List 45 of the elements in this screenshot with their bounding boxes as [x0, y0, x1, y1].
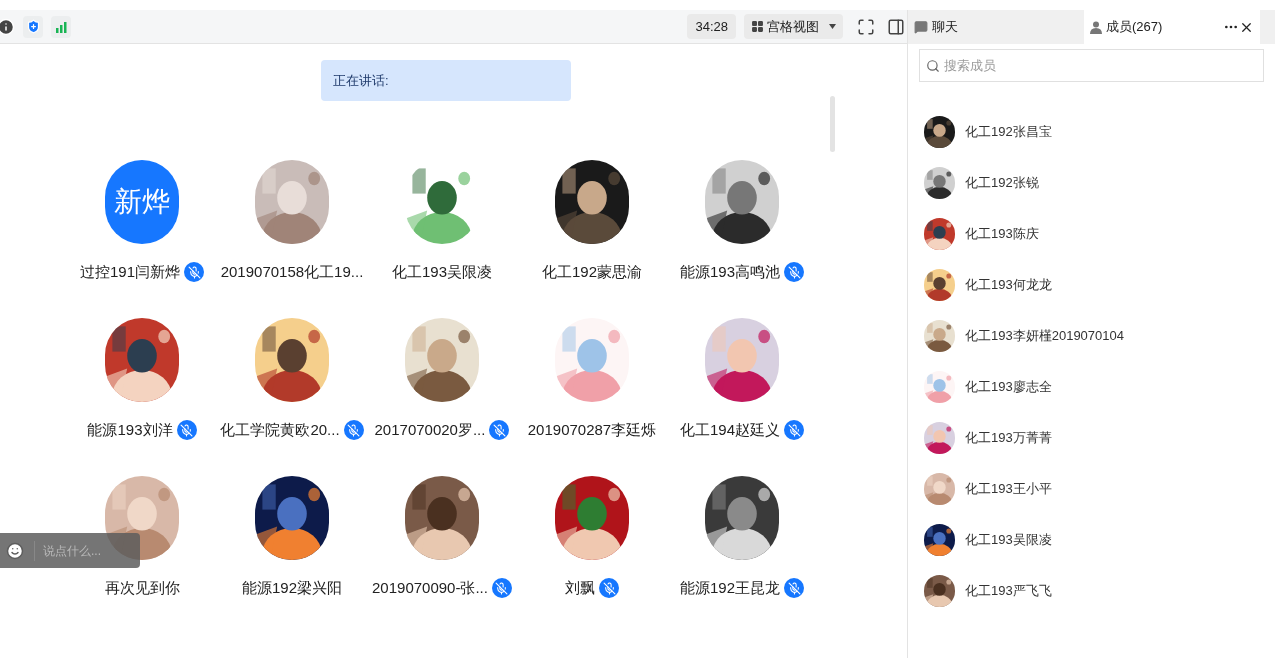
emoji-icon[interactable] [6, 541, 24, 560]
member-item[interactable]: 化工192张锐 [924, 167, 1275, 199]
speaking-banner: 正在讲话: [321, 60, 571, 101]
participant-name: 化工194赵廷义 [680, 419, 780, 440]
shield-icon[interactable] [23, 15, 43, 38]
view-mode-dropdown[interactable]: 宫格视图 [744, 13, 843, 40]
member-search-field[interactable]: 搜索成员 [919, 49, 1264, 82]
participant-name: 2017070020罗... [374, 419, 486, 440]
participant-name: 过控191闫新烨 [80, 261, 180, 282]
participant-name: 2019070287李廷烁 [527, 419, 657, 440]
tab-label: 聊天 [932, 18, 958, 37]
chat-input-bar[interactable]: 说点什么... [0, 533, 140, 568]
participant-name: 化工192蒙思渝 [542, 261, 642, 282]
chat-input[interactable]: 说点什么... [43, 541, 133, 560]
participant-name: 能源192梁兴阳 [242, 577, 342, 598]
caret-icon [829, 24, 836, 29]
participant-name: 化工学院黄欧20... [220, 419, 340, 440]
member-item[interactable]: 化工193李妍槿2019070104 [924, 320, 1275, 352]
member-item[interactable]: 化工193廖志全 [924, 371, 1275, 403]
participant-name: 能源193刘洋 [87, 419, 173, 440]
grid-icon [751, 20, 764, 33]
avatar: 新烨 [105, 160, 179, 244]
participant-name: 再次见到你 [104, 577, 180, 598]
participant-name: 2019070158化工19... [220, 261, 364, 282]
fullscreen-icon[interactable] [857, 17, 875, 36]
info-icon[interactable] [0, 17, 15, 36]
participant-name: 化工193吴限凌 [392, 261, 492, 282]
call-timer: 34:28 [687, 13, 736, 40]
search-icon [926, 59, 940, 73]
chat-icon [914, 20, 928, 34]
member-item[interactable]: 化工193何龙龙 [924, 269, 1275, 301]
side-panel-icon[interactable] [887, 17, 905, 36]
member-item[interactable]: 化工193万菁菁 [924, 422, 1275, 454]
participant-name: 刘飘 [565, 577, 595, 598]
participant-name: 能源193高鸣池 [680, 261, 780, 282]
member-item[interactable]: 化工193严飞飞 [924, 575, 1275, 607]
participant-name: 能源192王昆龙 [680, 577, 780, 598]
member-item[interactable]: 化工193吴限凌 [924, 524, 1275, 556]
panel-tab[interactable]: 成员(267) [1084, 10, 1260, 44]
member-item[interactable]: 化工192张昌宝 [924, 116, 1275, 148]
participant-name: 2019070090-张... [372, 577, 488, 598]
tab-label: 成员(267) [1106, 18, 1163, 37]
member-item[interactable]: 化工193王小平 [924, 473, 1275, 505]
member-item[interactable]: 化工193陈庆 [924, 218, 1275, 250]
person-icon [1090, 20, 1102, 34]
